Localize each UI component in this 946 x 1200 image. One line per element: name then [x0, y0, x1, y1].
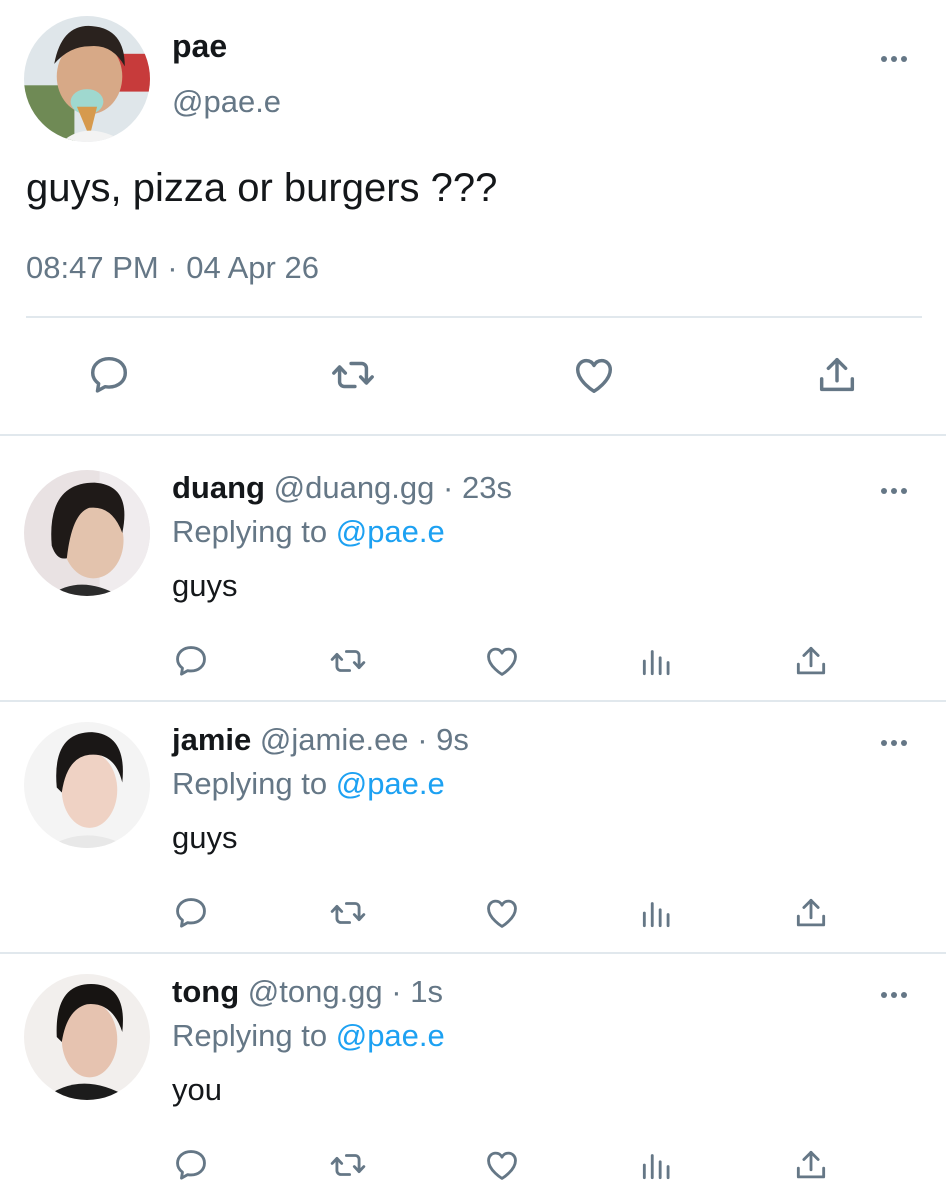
- more-options-icon[interactable]: [876, 484, 912, 498]
- comment-icon[interactable]: [86, 352, 132, 398]
- section-divider: [0, 434, 946, 436]
- avatar[interactable]: [24, 722, 150, 848]
- retweet-icon[interactable]: [326, 894, 370, 932]
- tweet-timestamp[interactable]: 08:47 PM · 04 Apr 26: [26, 250, 319, 286]
- replying-to: Replying to @pae.e: [172, 1018, 445, 1054]
- replying-label: Replying to: [172, 514, 328, 549]
- avatar[interactable]: [24, 470, 150, 596]
- replying-label: Replying to: [172, 1018, 328, 1053]
- analytics-icon[interactable]: [638, 894, 676, 932]
- comment-icon[interactable]: [172, 642, 210, 680]
- replying-to: Replying to @pae.e: [172, 766, 445, 802]
- reply-tweet: duang @duang.gg · 23s Replying to @pae.e…: [0, 470, 946, 700]
- user-handle[interactable]: @duang.gg: [274, 470, 435, 505]
- divider: [26, 316, 922, 318]
- share-icon[interactable]: [792, 642, 830, 680]
- heart-icon[interactable]: [482, 1146, 522, 1184]
- retweet-icon[interactable]: [326, 642, 370, 680]
- display-name[interactable]: jamie: [172, 722, 251, 757]
- user-handle[interactable]: @pae.e: [172, 84, 281, 120]
- share-icon[interactable]: [792, 894, 830, 932]
- reply-text: you: [172, 1072, 222, 1107]
- analytics-icon[interactable]: [638, 1146, 676, 1184]
- retweet-icon[interactable]: [326, 352, 380, 398]
- reply-time: · 9s: [417, 722, 469, 757]
- main-tweet: pae @pae.e guys, pizza or burgers ??? 08…: [0, 0, 946, 435]
- more-options-icon[interactable]: [876, 988, 912, 1002]
- heart-icon[interactable]: [482, 642, 522, 680]
- more-options-icon[interactable]: [876, 52, 912, 66]
- retweet-icon[interactable]: [326, 1146, 370, 1184]
- reply-tweet: jamie @jamie.ee · 9s Replying to @pae.e …: [0, 722, 946, 952]
- heart-icon[interactable]: [570, 352, 618, 398]
- user-handle[interactable]: @jamie.ee: [260, 722, 409, 757]
- reply-tweet: tong @tong.gg · 1s Replying to @pae.e yo…: [0, 974, 946, 1200]
- comment-icon[interactable]: [172, 894, 210, 932]
- share-icon[interactable]: [814, 352, 860, 398]
- reply-time: · 23s: [443, 470, 512, 505]
- avatar[interactable]: [24, 16, 150, 142]
- analytics-icon[interactable]: [638, 642, 676, 680]
- heart-icon[interactable]: [482, 894, 522, 932]
- replying-label: Replying to: [172, 766, 328, 801]
- display-name[interactable]: tong: [172, 974, 239, 1009]
- reply-text: guys: [172, 820, 238, 855]
- mention-link[interactable]: @pae.e: [336, 766, 445, 801]
- display-name[interactable]: pae: [172, 28, 227, 65]
- section-divider: [0, 700, 946, 702]
- reply-time: · 1s: [391, 974, 443, 1009]
- reply-header: duang @duang.gg · 23s: [172, 470, 512, 506]
- share-icon[interactable]: [792, 1146, 830, 1184]
- replying-to: Replying to @pae.e: [172, 514, 445, 550]
- mention-link[interactable]: @pae.e: [336, 514, 445, 549]
- reply-header: jamie @jamie.ee · 9s: [172, 722, 469, 758]
- avatar[interactable]: [24, 974, 150, 1100]
- more-options-icon[interactable]: [876, 736, 912, 750]
- section-divider: [0, 952, 946, 954]
- reply-text: guys: [172, 568, 238, 603]
- tweet-text: guys, pizza or burgers ???: [26, 166, 498, 210]
- reply-header: tong @tong.gg · 1s: [172, 974, 443, 1010]
- display-name[interactable]: duang: [172, 470, 265, 505]
- user-handle[interactable]: @tong.gg: [248, 974, 383, 1009]
- comment-icon[interactable]: [172, 1146, 210, 1184]
- mention-link[interactable]: @pae.e: [336, 1018, 445, 1053]
